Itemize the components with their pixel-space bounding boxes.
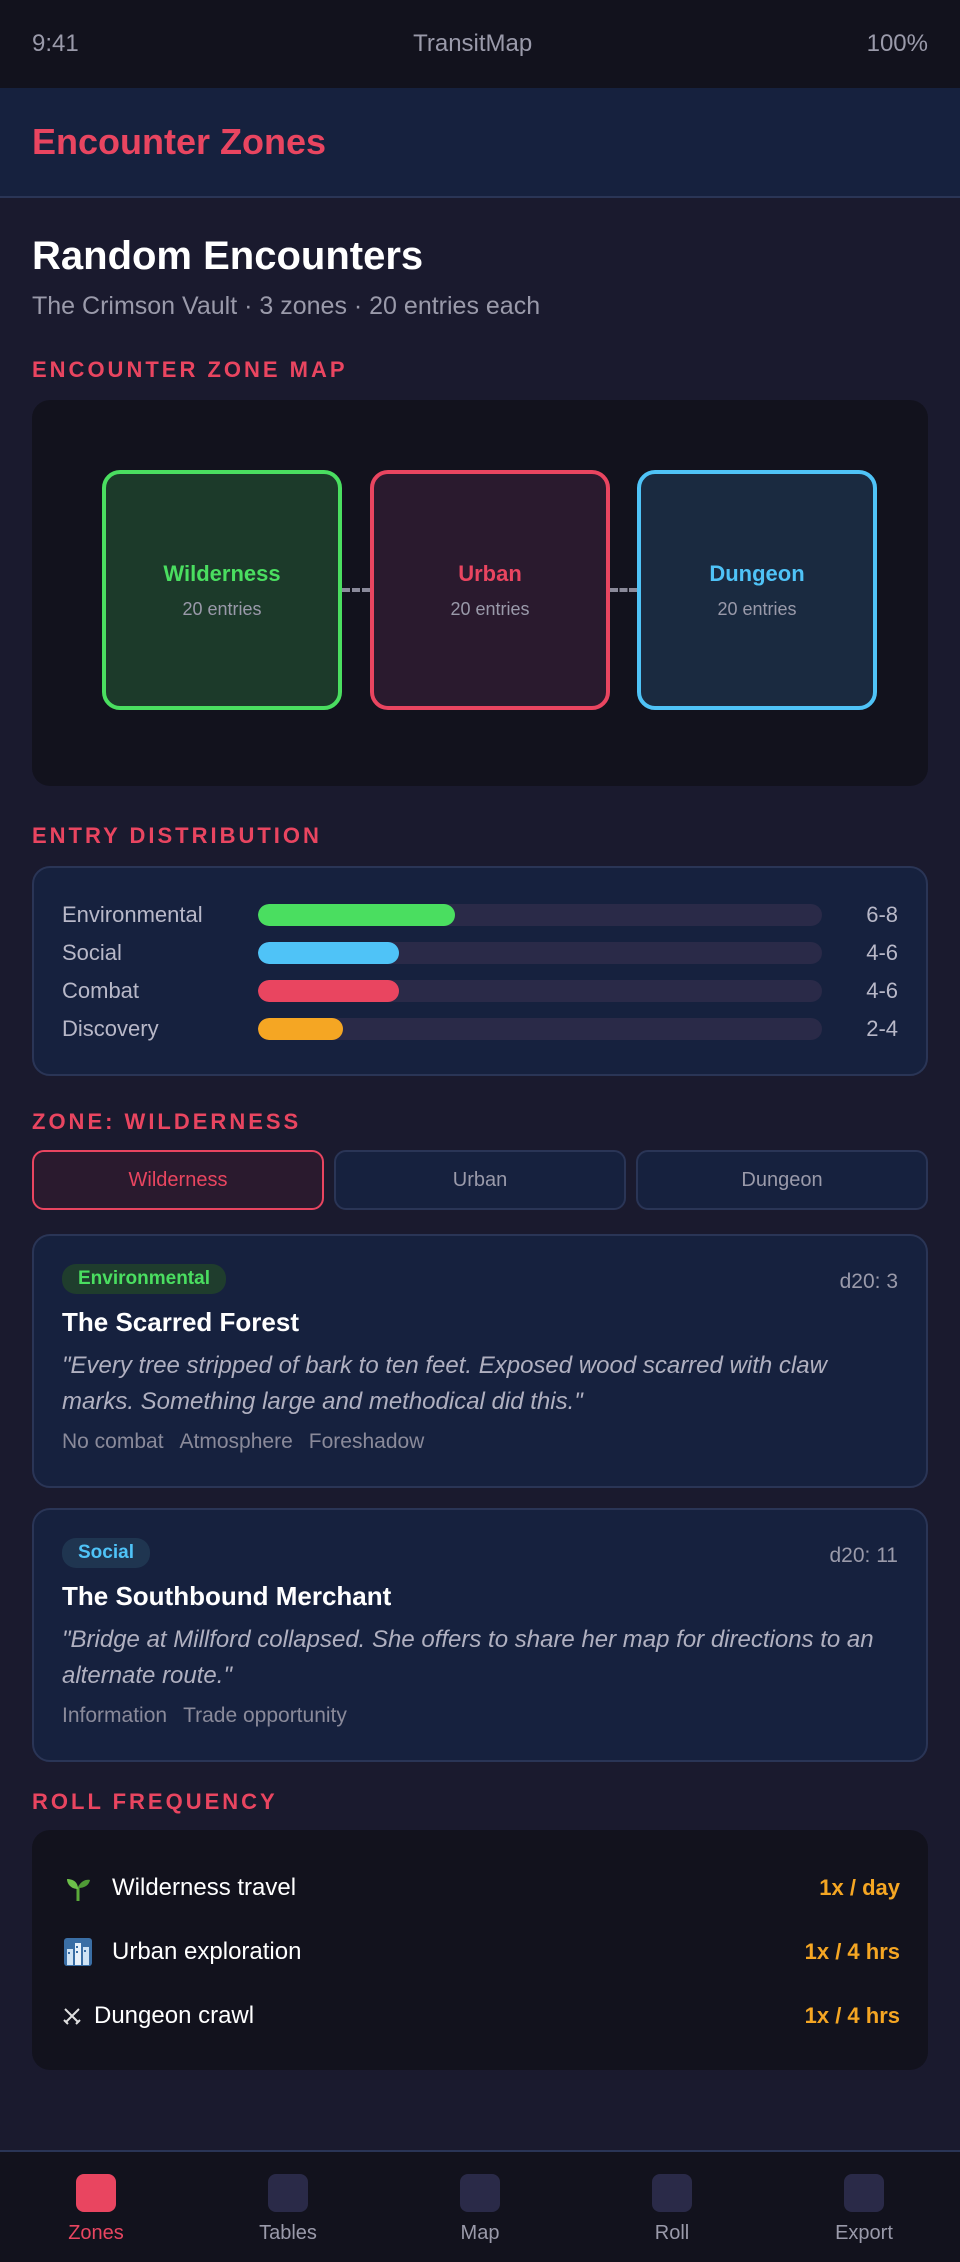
entry-tag: Trade opportunity [183, 1704, 347, 1727]
frequency-label: Dungeon crawl [94, 2002, 255, 2029]
nav-label: Export [835, 2222, 893, 2244]
zone-node-count: 20 entries [182, 598, 262, 619]
entry-quote: "Every tree stripped of bark to ten feet… [62, 1352, 827, 1415]
entry-tags: No combat Atmosphere Foreshadow [62, 1430, 898, 1454]
frequency-value: 1x / day [819, 1875, 900, 1900]
cityscape-icon [60, 1934, 96, 1970]
zone-connector [610, 588, 637, 592]
zone-node-wilderness[interactable]: Wilderness 20 entries [102, 470, 342, 710]
distribution-range: 4-6 [866, 978, 898, 1003]
zone-node-name: Wilderness [163, 560, 281, 586]
distribution-row-social: Social 4-6 [62, 934, 898, 972]
entry-card[interactable]: Environmental d20: 3 The Scarred Forest … [32, 1234, 928, 1488]
zones-icon [76, 2174, 116, 2212]
distribution-row-environmental: Environmental 6-8 [62, 896, 898, 934]
zone-node-name: Urban [458, 560, 522, 586]
tab-wilderness[interactable]: Wilderness [32, 1150, 324, 1210]
entry-category-badge: Environmental [62, 1264, 226, 1294]
nav-roll[interactable]: Roll [576, 2152, 768, 2262]
zone-section-heading: Zone: Wilderness [32, 1109, 302, 1134]
status-time: 9:41 [32, 30, 79, 57]
bottom-tab-bar: Zones Tables Map Roll Export [0, 2150, 960, 2262]
entry-roll: d20: 3 [839, 1270, 898, 1293]
entry-card[interactable]: Social d20: 11 The Southbound Merchant "… [32, 1508, 928, 1762]
zone-node-urban[interactable]: Urban 20 entries [370, 470, 610, 710]
zone-node-dungeon[interactable]: Dungeon 20 entries [637, 470, 877, 710]
distribution-bar-track [258, 942, 822, 964]
distribution-bar-fill [258, 980, 399, 1002]
nav-label: Tables [259, 2222, 317, 2244]
distribution-bar-track [258, 980, 822, 1002]
distribution-range: 4-6 [866, 940, 898, 965]
frequency-value: 1x / 4 hrs [804, 2003, 900, 2028]
distribution-category: Environmental [62, 902, 203, 927]
nav-label: Map [460, 2222, 500, 2244]
zone-connector [342, 588, 370, 592]
distribution-category: Social [62, 940, 122, 965]
tab-dungeon[interactable]: Dungeon [636, 1150, 928, 1210]
distribution-bar-fill [258, 1018, 343, 1040]
roll-icon [652, 2174, 692, 2212]
map-icon [460, 2174, 500, 2212]
entry-tags: Information Trade opportunity [62, 1704, 898, 1728]
distribution-bar-fill [258, 904, 456, 926]
entry-category-badge: Social [62, 1538, 150, 1568]
entry-tag: Information [62, 1704, 168, 1727]
zone-tabs: Wilderness Urban Dungeon [32, 1150, 928, 1210]
tab-urban[interactable]: Urban [334, 1150, 626, 1210]
nav-export[interactable]: Export [768, 2152, 960, 2262]
entry-tag: No combat [62, 1430, 164, 1453]
entry-quote: "Bridge at Millford collapsed. She offer… [62, 1626, 874, 1689]
main-content: Random Encounters The Crimson Vault · 3 … [32, 198, 928, 2070]
entry-tag: Atmosphere [179, 1430, 293, 1453]
frequency-row: Wilderness travel 1x / day [60, 1860, 900, 1916]
distribution-category: Discovery [62, 1016, 159, 1041]
distribution-range: 2-4 [866, 1016, 898, 1041]
nav-label: Roll [654, 2222, 690, 2244]
distribution-row-discovery: Discovery 2-4 [62, 1010, 898, 1048]
status-battery: 100% [866, 30, 928, 57]
page-title: Random Encounters [32, 234, 424, 278]
zone-map: Wilderness 20 entries Urban 20 entries D… [32, 400, 928, 786]
zone-node-count: 20 entries [450, 598, 530, 619]
distribution-card: Environmental 6-8 Social 4-6 Combat 4-6 … [32, 866, 928, 1076]
roll-frequency-heading: Roll Frequency [32, 1789, 278, 1814]
distribution-range: 6-8 [866, 902, 898, 927]
nav-map[interactable]: Map [384, 2152, 576, 2262]
nav-label: Zones [68, 2222, 124, 2244]
entry-tag: Foreshadow [308, 1430, 425, 1453]
app-header: Encounter Zones [0, 88, 960, 198]
nav-zones[interactable]: Zones [0, 2152, 192, 2262]
nav-tables[interactable]: Tables [192, 2152, 384, 2262]
entry-title: The Southbound Merchant [62, 1581, 392, 1611]
entry-roll: d20: 11 [829, 1544, 898, 1567]
status-app-title: TransitMap [413, 30, 533, 57]
distribution-heading: Entry Distribution [32, 823, 322, 848]
status-bar: 9:41 TransitMap 100% [0, 0, 960, 88]
export-icon [844, 2174, 884, 2212]
zone-node-name: Dungeon [709, 560, 805, 586]
frequency-value: 1x / 4 hrs [804, 1939, 900, 1964]
seedling-icon [60, 1870, 96, 1906]
page-subtitle: The Crimson Vault · 3 zones · 20 entries… [32, 292, 541, 320]
crossed-swords-icon [60, 1998, 84, 2034]
frequency-label: Urban exploration [112, 1938, 302, 1965]
distribution-bar-track [258, 1018, 822, 1040]
tables-icon [268, 2174, 308, 2212]
roll-frequency-card: Wilderness travel 1x / day Urban explora… [32, 1830, 928, 2070]
frequency-row: Urban exploration 1x / 4 hrs [60, 1924, 900, 1980]
zone-map-heading: Encounter Zone Map [32, 357, 348, 382]
entry-title: The Scarred Forest [62, 1307, 299, 1337]
frequency-label: Wilderness travel [112, 1874, 297, 1901]
zone-node-count: 20 entries [717, 598, 797, 619]
distribution-row-combat: Combat 4-6 [62, 972, 898, 1010]
distribution-bar-fill [258, 942, 399, 964]
distribution-bar-track [258, 904, 822, 926]
header-title: Encounter Zones [32, 121, 327, 162]
distribution-category: Combat [62, 978, 140, 1003]
frequency-row: Dungeon crawl 1x / 4 hrs [60, 1988, 900, 2044]
